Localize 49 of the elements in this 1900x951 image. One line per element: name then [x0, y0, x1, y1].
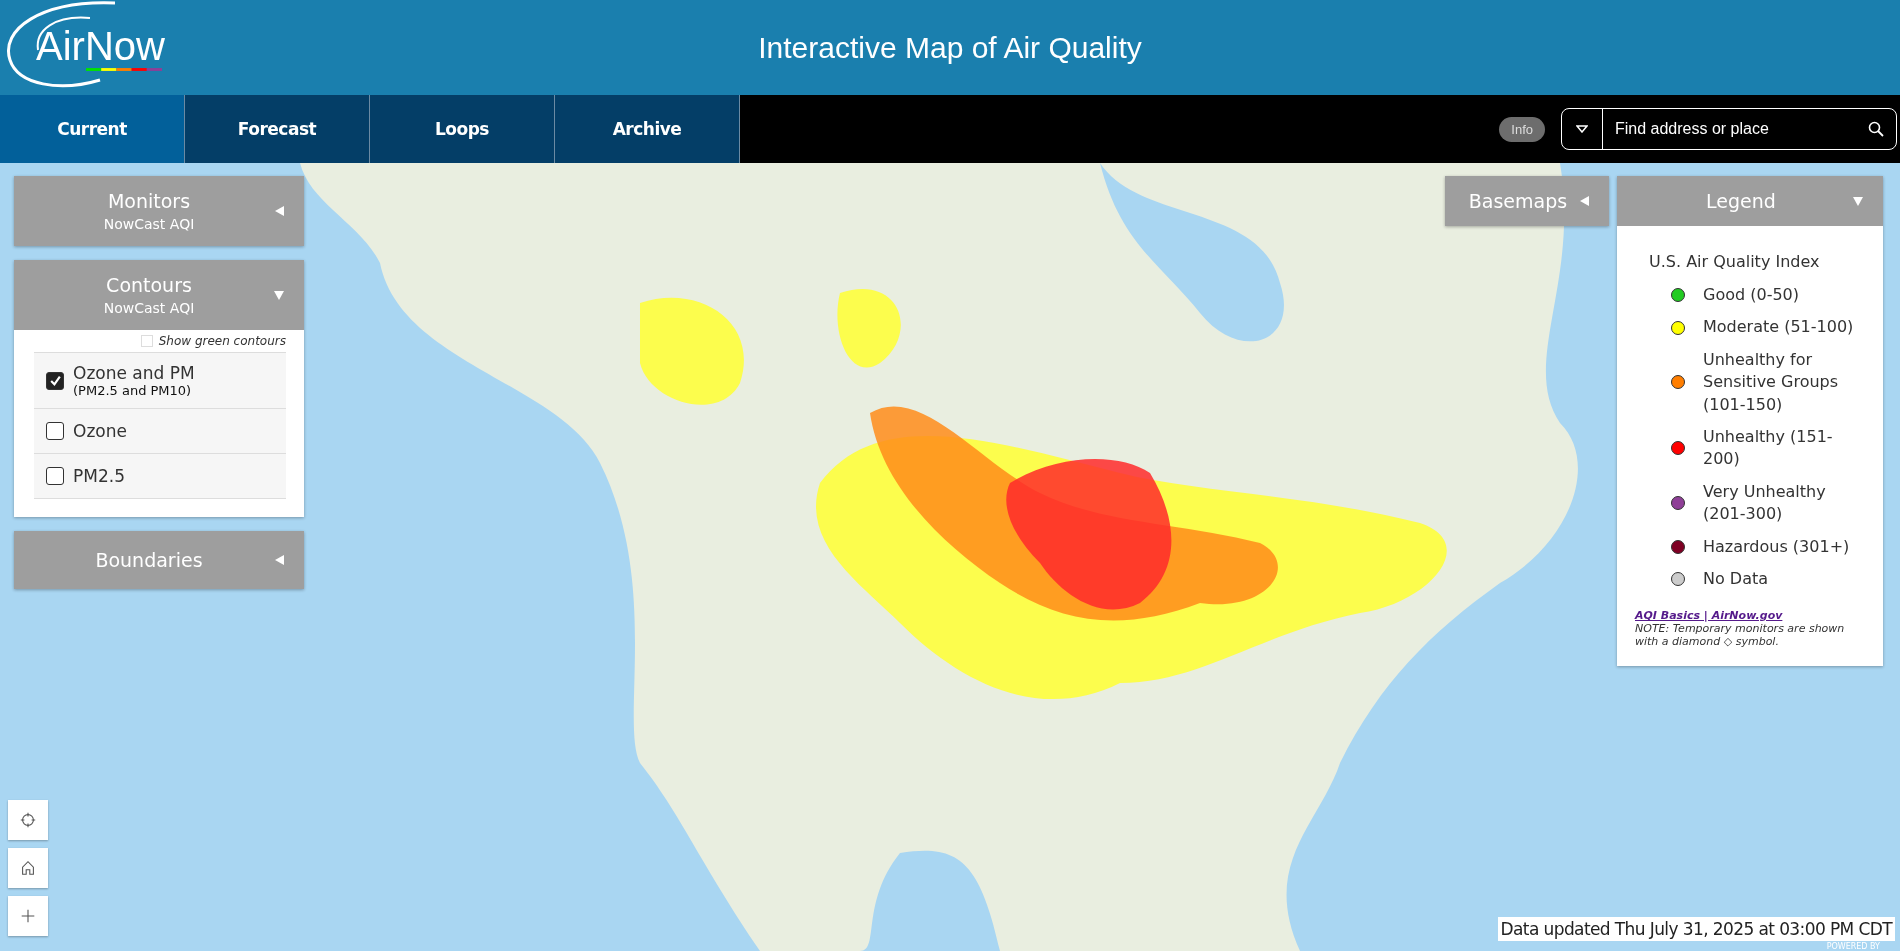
legend-label: Unhealthy (151-200) — [1703, 425, 1834, 471]
home-button[interactable] — [8, 848, 48, 888]
option-row[interactable]: Ozone and PM (PM2.5 and PM10) — [34, 352, 286, 408]
crosshair-icon — [19, 811, 37, 829]
legend-label: Unhealthy for Sensitive Groups (101-150) — [1703, 348, 1840, 416]
legend-note: NOTE: Temporary monitors are shown with a diamond ◇ symbol. — [1635, 622, 1846, 649]
panel-subtitle: NowCast AQI — [102, 216, 196, 232]
info-button[interactable]: Info — [1499, 116, 1545, 142]
airnow-logo[interactable]: AirNow — [0, 0, 170, 95]
legend-heading: U.S. Air Quality Index — [1649, 252, 1821, 271]
nav-tab[interactable]: Forecast — [185, 95, 370, 163]
panel-title: Monitors — [106, 190, 192, 212]
option-label: Ozone and PM — [73, 363, 195, 383]
caret-icon — [1576, 125, 1588, 133]
legend-label: No Data — [1703, 567, 1770, 590]
option-row[interactable]: PM2.5 — [34, 453, 286, 499]
rainbow-stripe-icon — [86, 68, 162, 71]
legend-label: Very Unhealthy (201-300) — [1703, 480, 1827, 526]
checkbox[interactable] — [46, 467, 64, 485]
data-updated-text: Data updated Thu July 31, 2025 at 03:00 PM CDT — [1497, 917, 1895, 941]
nav-tab[interactable]: Archive — [555, 95, 740, 163]
option-note: (PM2.5 and PM10) — [73, 383, 193, 398]
locate-button[interactable] — [8, 800, 48, 840]
plus-icon — [19, 907, 37, 925]
page-title: Interactive Map of Air Quality — [758, 30, 1142, 65]
nav-tab[interactable]: Loops — [370, 95, 555, 163]
legend-label: Hazardous (301+) — [1703, 535, 1851, 558]
logo-text: AirNow — [36, 26, 165, 66]
nav-tab[interactable]: Current — [0, 95, 185, 163]
checkbox[interactable] — [46, 371, 64, 390]
panel-title: Contours — [105, 274, 193, 296]
aqi-basics-link[interactable]: AQI Basics | AirNow.gov — [1635, 609, 1783, 623]
legend-label: Moderate (51-100) — [1703, 316, 1855, 339]
panel-title: Legend — [1705, 190, 1777, 212]
checkbox[interactable] — [46, 422, 64, 440]
home-icon — [19, 859, 37, 877]
checkbox-label: Show green contours — [158, 334, 286, 348]
option-label: Ozone — [73, 421, 127, 441]
search-bar[interactable]: Find address or place — [1561, 108, 1897, 150]
panel-subtitle: NowCast AQI — [102, 300, 196, 316]
option-row[interactable]: Ozone — [34, 408, 286, 453]
check-icon — [48, 374, 62, 387]
search-field[interactable]: Find address or place — [1603, 119, 1868, 139]
panel-title: Basemaps — [1467, 190, 1569, 212]
option-label: PM2.5 — [73, 466, 125, 486]
attribution-text: POWERED BY — [1826, 942, 1880, 951]
panel-title: Boundaries — [94, 549, 204, 571]
search-icon[interactable] — [1868, 121, 1884, 137]
legend-label: Good (0-50) — [1703, 284, 1800, 306]
